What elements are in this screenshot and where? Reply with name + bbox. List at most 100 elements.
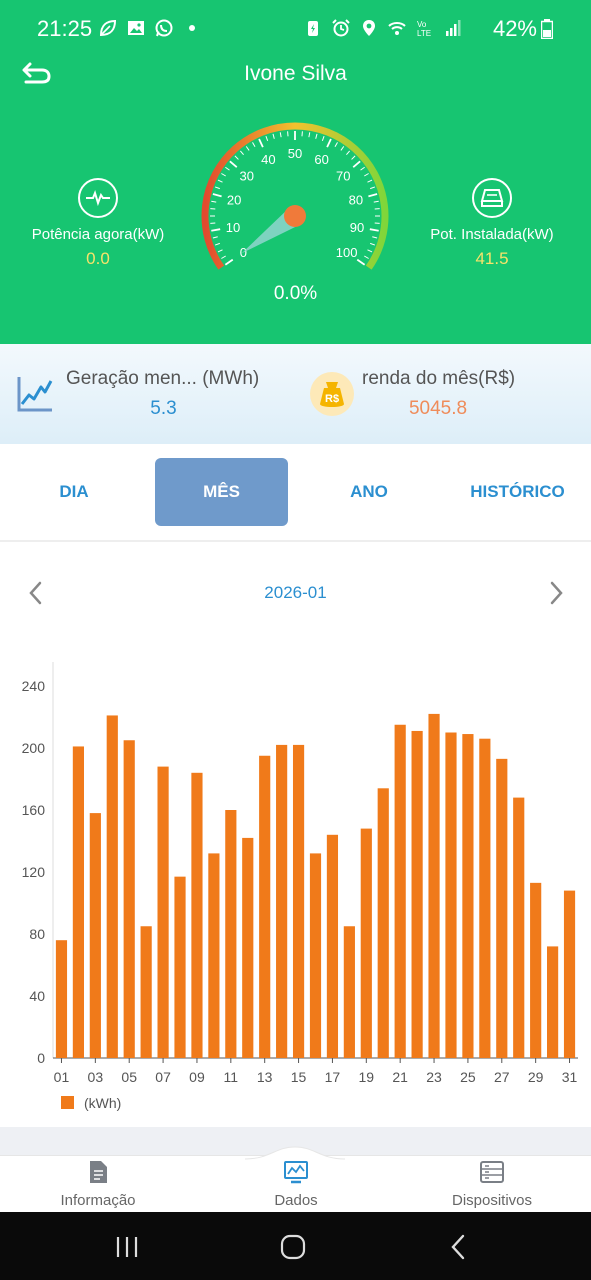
current-month[interactable]: 2026-01 bbox=[0, 583, 591, 603]
gauge-tick bbox=[245, 146, 250, 151]
monitor-chart-icon bbox=[284, 1161, 308, 1184]
bar-day-16 bbox=[309, 853, 322, 1058]
pulse-icon bbox=[78, 178, 118, 218]
bar-day-19 bbox=[360, 828, 372, 1058]
system-navigation-bar bbox=[0, 1212, 591, 1280]
tab-ano[interactable]: ANO bbox=[305, 458, 433, 526]
bar-day-06 bbox=[140, 926, 152, 1058]
gauge-tick bbox=[214, 242, 220, 246]
system-back-icon[interactable] bbox=[444, 1234, 474, 1260]
bottom-navigation: Informação Dados Dispositivos bbox=[0, 1146, 591, 1212]
gauge-tick bbox=[367, 249, 373, 253]
bar-day-10 bbox=[208, 853, 220, 1058]
money-bag-icon: R$ bbox=[310, 372, 354, 416]
bar-day-25 bbox=[462, 734, 474, 1058]
gauge-label: 20 bbox=[227, 193, 241, 208]
bar-day-09 bbox=[191, 772, 203, 1058]
gauge-tick bbox=[211, 200, 217, 203]
gauge-tick bbox=[315, 133, 318, 139]
bar-day-26 bbox=[479, 738, 491, 1058]
power-now-label: Potência agora(kW) bbox=[31, 226, 165, 243]
nav-informacao[interactable]: Informação bbox=[23, 1160, 173, 1209]
battery-icon bbox=[541, 19, 553, 39]
image-icon bbox=[128, 21, 144, 35]
gauge-tick bbox=[351, 155, 356, 160]
system-icons: Vo LTE bbox=[303, 18, 463, 38]
gauge-tick bbox=[214, 186, 220, 190]
bar-day-01 bbox=[55, 940, 68, 1058]
notification-icons bbox=[98, 18, 202, 38]
income-value: 5045.8 bbox=[408, 398, 468, 419]
gauge-tick bbox=[370, 242, 376, 246]
gauge-hub bbox=[284, 205, 306, 227]
y-tick-label: 120 bbox=[22, 864, 46, 880]
bar-day-17 bbox=[326, 834, 339, 1058]
gauge-label: 70 bbox=[336, 169, 350, 184]
tab-mes[interactable]: MÊS bbox=[155, 458, 288, 526]
solar-panel-icon bbox=[472, 178, 512, 218]
bar-day-22 bbox=[411, 730, 423, 1058]
x-tick-label: 01 bbox=[54, 1069, 70, 1085]
bar-day-02 bbox=[72, 746, 84, 1058]
monthly-generation-chart: 0 40 80 120 160 200 240 01 03 05 07 09 11 13 15 17 19 21 2… bbox=[22, 662, 578, 1111]
svg-text:Vo: Vo bbox=[417, 20, 427, 29]
nav-dados[interactable]: Dados bbox=[221, 1160, 371, 1209]
tab-historico[interactable]: HISTÓRICO bbox=[450, 458, 585, 526]
gauge-label: 30 bbox=[240, 169, 254, 184]
gauge-tick bbox=[334, 142, 338, 147]
installed-power-value: 41.5 bbox=[475, 249, 509, 268]
gauge-label: 40 bbox=[261, 152, 275, 167]
gauge-label: 0 bbox=[240, 245, 247, 260]
nav-dados-label: Dados bbox=[274, 1192, 318, 1209]
x-tick-label: 13 bbox=[257, 1069, 273, 1085]
gauge-tick bbox=[234, 155, 239, 160]
volte-icon: VoLTE bbox=[417, 20, 431, 38]
period-tabs: DIA MÊS ANO HISTÓRICO bbox=[0, 444, 591, 542]
gauge-label: 80 bbox=[349, 193, 363, 208]
gauge-tick bbox=[217, 179, 223, 183]
gauge-label: 60 bbox=[314, 152, 328, 167]
recent-apps-icon[interactable] bbox=[112, 1234, 142, 1260]
gauge-label: 90 bbox=[350, 220, 364, 235]
x-tick-label: 17 bbox=[325, 1069, 341, 1085]
bar-day-28 bbox=[513, 797, 525, 1058]
gauge-tick bbox=[229, 160, 238, 168]
nav-dispositivos[interactable]: Dispositivos bbox=[417, 1160, 567, 1209]
x-tick-label: 07 bbox=[155, 1069, 171, 1085]
document-icon bbox=[90, 1161, 107, 1183]
status-bar: 21:25 Vo LTE 42% bbox=[0, 0, 591, 58]
bar-day-07 bbox=[157, 766, 169, 1058]
generation-label: Geração men... (MWh) bbox=[66, 368, 260, 389]
power-now-metric: Potência agora(kW) 0.0 bbox=[18, 178, 178, 269]
x-tick-label: 05 bbox=[121, 1069, 137, 1085]
gauge-tick bbox=[368, 193, 378, 198]
x-tick-label: 15 bbox=[291, 1069, 307, 1085]
bar-day-11 bbox=[225, 810, 237, 1058]
bar-day-20 bbox=[377, 788, 389, 1058]
x-tick-label: 27 bbox=[494, 1069, 510, 1085]
home-icon[interactable] bbox=[278, 1234, 308, 1260]
x-tick-label: 19 bbox=[359, 1069, 375, 1085]
bar-day-23 bbox=[428, 713, 440, 1058]
date-navigator: 2026-01 bbox=[0, 570, 591, 616]
gauge-tick bbox=[211, 228, 221, 232]
gauge-tick bbox=[367, 179, 373, 183]
wifi-icon bbox=[388, 22, 406, 35]
gauge-tick bbox=[221, 255, 226, 259]
bar-day-12 bbox=[242, 837, 254, 1058]
gauge-tick bbox=[369, 228, 379, 232]
battery-indicator: 42% bbox=[493, 16, 553, 42]
bar-day-24 bbox=[445, 732, 457, 1058]
svg-text:LTE: LTE bbox=[417, 29, 431, 38]
bar-day-31 bbox=[563, 890, 576, 1058]
trend-chart-icon bbox=[17, 377, 53, 412]
signal-icon bbox=[446, 20, 461, 36]
next-month-icon[interactable] bbox=[540, 578, 570, 608]
y-tick-label: 160 bbox=[22, 802, 46, 818]
monthly-generation: Geração men... (MWh) 5.3 bbox=[66, 368, 261, 420]
bar-day-27 bbox=[496, 758, 508, 1058]
tab-dia[interactable]: DIA bbox=[10, 458, 138, 526]
legend-label: (kWh) bbox=[84, 1095, 121, 1111]
station-title: Ivone Silva bbox=[244, 62, 347, 85]
bar-day-03 bbox=[89, 813, 101, 1058]
